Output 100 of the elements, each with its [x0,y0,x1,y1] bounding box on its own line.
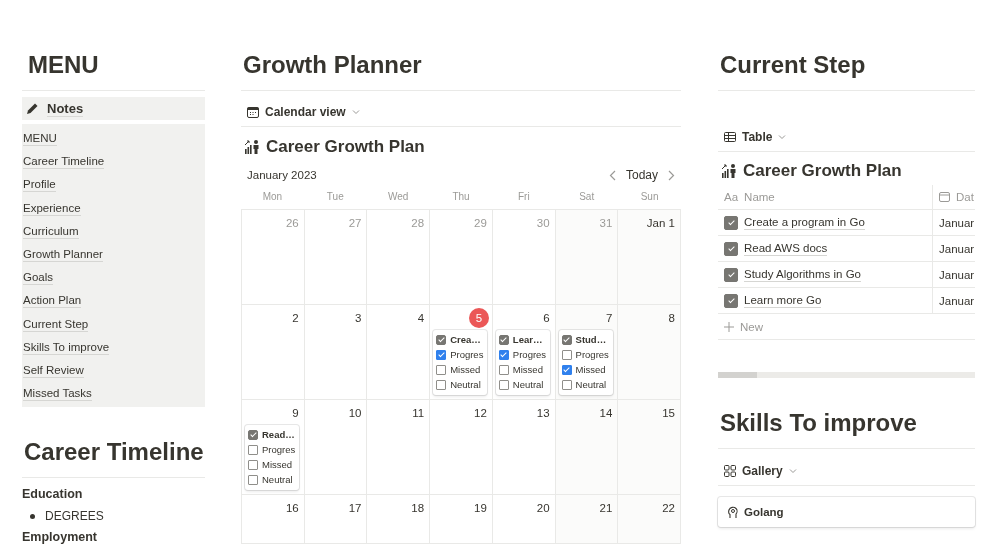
previous-button[interactable] [608,169,616,181]
day-number: 17 [348,501,362,516]
section-heading: Education [22,486,84,504]
page-link[interactable]: Curriculum [23,223,79,239]
page-link[interactable]: Skills To improve [23,339,110,355]
checkbox[interactable] [724,267,738,282]
weekday-label: Sat [578,190,596,204]
weekday-label: Tue [325,190,345,204]
page-link[interactable]: Action Plan [23,293,82,309]
page-link[interactable]: Profile [23,177,56,193]
scrollbar-thumb[interactable] [718,372,757,378]
weekday-label: Thu [451,190,471,204]
checkbox[interactable] [436,364,447,375]
day-number: 6 [543,311,550,326]
page-heading: Skills To improve [718,406,975,449]
event-card[interactable]: Crea… Progres Missed Neutral [433,330,488,395]
option-label: Progres [262,444,296,455]
checkbox[interactable] [724,241,738,256]
event-card[interactable]: Read… Progres Missed Neutral [245,425,299,490]
chevron-down-icon [788,468,797,474]
day-number: 20 [536,501,550,516]
day-number: 31 [599,216,613,231]
checkbox[interactable] [561,334,572,345]
view-tab[interactable]: Table [742,130,773,144]
chevron-down-icon [351,109,360,115]
checkbox[interactable] [561,379,572,390]
page-link[interactable]: Experience [23,200,81,216]
page-heading: Growth Planner [241,48,681,91]
checkbox[interactable] [436,334,447,345]
checkbox[interactable] [248,444,258,455]
day-number: 21 [599,501,613,516]
task-name[interactable]: Create a program in Go [744,215,865,230]
checkbox[interactable] [436,349,447,360]
page-link[interactable]: Goals [23,270,54,286]
page-link[interactable]: MENU [23,131,57,147]
checkbox[interactable] [724,293,738,308]
day-number: 2 [292,311,299,326]
event-card[interactable]: Lear… Progres Missed Neutral [495,330,550,395]
day-number: 30 [536,216,550,231]
table-icon [724,132,736,142]
chart-person-icon [721,163,737,179]
calendar-icon [247,106,259,118]
head-icon [728,505,738,519]
day-number: 7 [605,311,613,326]
next-button[interactable] [668,169,675,181]
view-tab[interactable]: Gallery [742,464,783,478]
task-name[interactable]: Learn more Go [744,293,822,308]
scrollbar[interactable] [718,372,975,378]
bullet-icon [30,513,35,519]
page-heading: Current Step [718,48,975,91]
checkbox[interactable] [436,379,447,390]
checkbox[interactable] [498,334,509,345]
page-heading: MENU [22,48,205,91]
option-label: Missed [450,364,481,375]
page-link[interactable]: Growth Planner [23,247,103,263]
page-link[interactable]: Self Review [23,362,84,378]
column-type-label: Aa [724,191,739,203]
checkbox[interactable] [724,215,738,230]
event-title: Lear… [512,334,543,345]
chart-person-icon [244,139,260,155]
list-item: DEGREES [45,508,104,526]
option-label: Progres [512,349,547,360]
option-label: Missed [575,364,606,375]
checkbox[interactable] [248,474,258,485]
task-name[interactable]: Study Algorithms in Go [744,267,861,282]
event-title: Read… [262,429,295,440]
checkbox[interactable] [248,429,258,440]
today-button[interactable]: Today [625,168,658,182]
option-label: Missed [262,459,293,470]
option-label: Missed [512,364,543,375]
checkbox[interactable] [498,364,509,375]
event-card[interactable]: Stud… Progres Missed Neutral [558,330,613,395]
option-label: Progres [450,349,484,360]
day-number: 9 [292,406,299,421]
checkbox[interactable] [498,349,509,360]
calendar-icon [939,192,950,202]
page-link[interactable]: Career Timeline [23,154,105,170]
event-title: Stud… [575,334,607,345]
day-number: 10 [348,406,362,421]
day-number: 4 [417,311,425,326]
day-number: 29 [474,216,487,231]
callout-text[interactable]: Notes [47,100,84,117]
checkbox[interactable] [561,349,572,360]
day-number: 3 [355,311,362,326]
day-number: 5 [468,308,489,328]
day-number: 15 [662,406,675,421]
gallery-card[interactable]: Golang [718,497,975,527]
view-tab[interactable]: Calendar view [265,105,346,119]
page-link[interactable]: Current Step [23,316,89,332]
checkbox[interactable] [498,379,509,390]
plus-icon [724,321,734,332]
task-name[interactable]: Read AWS docs [744,241,828,256]
checkbox[interactable] [561,364,572,375]
weekday-label: Wed [386,190,410,204]
page-link[interactable]: Missed Tasks [23,386,92,402]
day-number: 11 [412,406,425,421]
checkbox[interactable] [248,459,258,470]
pencil-icon [26,102,39,115]
day-number: 27 [348,216,362,231]
table-cell: Januar [939,242,975,255]
